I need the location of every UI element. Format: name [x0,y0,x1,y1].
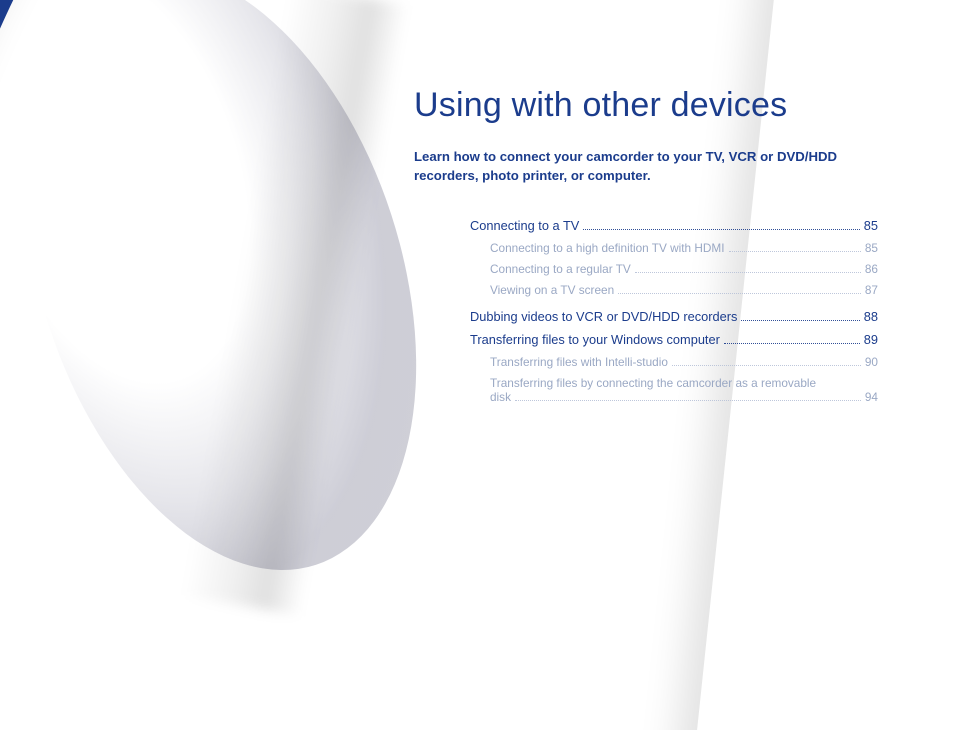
toc-leader [515,392,861,401]
toc-label: disk [490,390,511,404]
toc-subentry[interactable]: Transferring files by connecting the cam… [470,376,878,404]
toc-label: Connecting to a high definition TV with … [490,241,725,255]
toc-page: 87 [865,283,878,297]
chapter-title: Using with other devices [414,86,894,125]
toc-page: 85 [865,241,878,255]
toc-page: 89 [864,332,878,347]
toc-label: Connecting to a TV [470,218,579,233]
toc-subentry[interactable]: Connecting to a regular TV 86 [470,262,878,276]
toc-leader [729,243,861,252]
toc-leader [635,264,861,273]
content-block: Using with other devices Learn how to co… [414,86,894,233]
toc-label: Viewing on a TV screen [490,283,614,297]
toc-label: Dubbing videos to VCR or DVD/HDD recorde… [470,309,737,324]
toc-page: 85 [864,218,878,233]
chapter-subtitle: Learn how to connect your camcorder to y… [414,147,874,185]
toc-entry[interactable]: Dubbing videos to VCR or DVD/HDD recorde… [470,309,878,324]
toc-entry[interactable]: Transferring files to your Windows compu… [470,332,878,347]
toc-subentry[interactable]: Viewing on a TV screen 87 [470,283,878,297]
toc-leader [583,220,859,230]
toc-label: Connecting to a regular TV [490,262,631,276]
toc-label: Transferring files to your Windows compu… [470,332,720,347]
toc-subentry[interactable]: Connecting to a high definition TV with … [470,241,878,255]
toc-leader [741,311,859,321]
toc-label: Transferring files with Intelli-studio [490,355,668,369]
toc-page: 94 [865,390,878,404]
toc-leader [618,285,861,294]
toc-entry[interactable]: Connecting to a TV 85 [470,218,878,233]
toc-leader [672,357,861,366]
table-of-contents: Connecting to a TV 85 Connecting to a hi… [470,218,878,411]
toc-label: Transferring files by connecting the cam… [490,376,878,390]
toc-page: 86 [865,262,878,276]
document-page: Using with other devices Learn how to co… [0,0,954,730]
toc-subentry[interactable]: Transferring files with Intelli-studio 9… [470,355,878,369]
toc-page: 88 [864,309,878,324]
toc-page: 90 [865,355,878,369]
toc-leader [724,334,860,344]
